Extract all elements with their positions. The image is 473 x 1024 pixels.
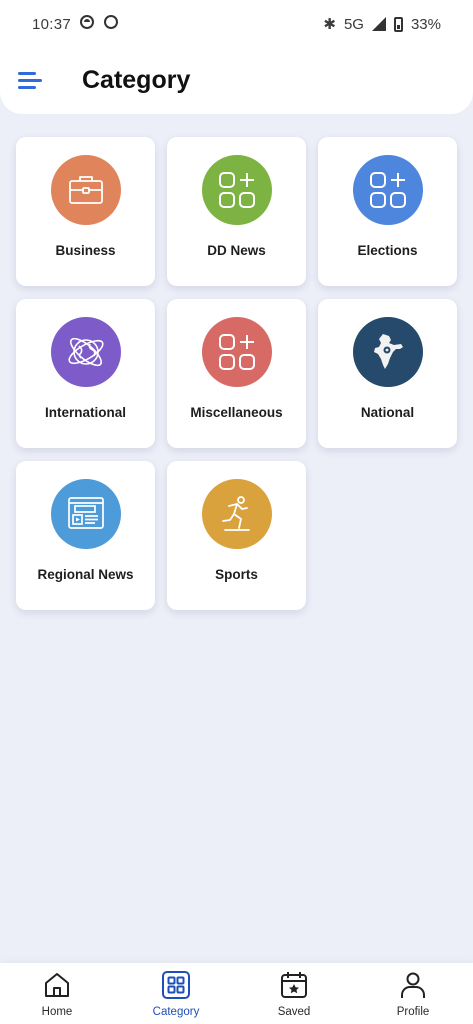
category-label: International bbox=[44, 405, 126, 420]
news-browser-icon bbox=[68, 497, 104, 529]
nav-item-profile[interactable]: Profile bbox=[368, 969, 458, 1018]
category-label: Elections bbox=[357, 243, 418, 258]
category-card-international[interactable]: International bbox=[16, 299, 155, 448]
hamburger-menu-icon[interactable] bbox=[18, 70, 44, 92]
globe-orbit-icon bbox=[68, 337, 104, 367]
category-card-sports[interactable]: Sports bbox=[167, 461, 306, 610]
status-right: ✱ 5G 33% bbox=[323, 15, 441, 34]
category-card-miscellaneous[interactable]: Miscellaneous bbox=[167, 299, 306, 448]
network-type: 5G bbox=[343, 15, 364, 33]
nav-label: Profile bbox=[396, 1006, 430, 1018]
grid-plus-icon bbox=[219, 334, 255, 370]
category-icon-circle bbox=[353, 155, 423, 225]
battery-icon bbox=[393, 16, 403, 32]
page-title: Category bbox=[82, 66, 191, 94]
nav-label: Home bbox=[41, 1006, 73, 1018]
battery-level: 33% bbox=[410, 15, 441, 33]
nav-label: Category bbox=[152, 1006, 200, 1018]
category-label: Miscellaneous bbox=[190, 405, 283, 420]
category-grid: Business DD News Elections International… bbox=[16, 137, 457, 617]
category-label: DD News bbox=[207, 243, 266, 258]
nav-item-home[interactable]: Home bbox=[12, 969, 102, 1018]
status-bar: 10:37 ✱ 5G 33% bbox=[0, 0, 473, 50]
category-icon-circle bbox=[202, 317, 272, 387]
calendar-star-icon bbox=[281, 972, 307, 998]
category-label: Regional News bbox=[37, 567, 134, 582]
category-card-business[interactable]: Business bbox=[16, 137, 155, 286]
grid-plus-icon bbox=[219, 172, 255, 208]
category-icon-circle bbox=[353, 317, 423, 387]
category-grid-icon bbox=[162, 971, 190, 999]
status-time: 10:37 bbox=[32, 16, 72, 33]
signal-icon bbox=[371, 17, 386, 31]
person-icon bbox=[401, 972, 425, 998]
app-bar: Category bbox=[0, 50, 473, 114]
category-label: Sports bbox=[215, 567, 258, 582]
category-icon-circle bbox=[51, 479, 121, 549]
notification-s-icon bbox=[104, 15, 118, 29]
category-label: Business bbox=[55, 243, 116, 258]
category-card-dd-news[interactable]: DD News bbox=[167, 137, 306, 286]
nav-item-category[interactable]: Category bbox=[131, 969, 221, 1018]
bottom-navigation: Home Category Saved Profile bbox=[0, 963, 473, 1024]
category-icon-circle bbox=[51, 317, 121, 387]
notification-app-icon bbox=[80, 15, 94, 29]
category-icon-circle bbox=[202, 155, 272, 225]
category-icon-circle bbox=[202, 479, 272, 549]
status-notification-icons bbox=[80, 15, 118, 29]
nav-label: Saved bbox=[277, 1006, 311, 1018]
bluetooth-icon: ✱ bbox=[323, 16, 336, 33]
briefcase-icon bbox=[69, 176, 103, 204]
india-map-icon bbox=[374, 334, 403, 369]
runner-icon bbox=[222, 496, 250, 531]
category-card-elections[interactable]: Elections bbox=[318, 137, 457, 286]
grid-plus-icon bbox=[370, 172, 406, 208]
category-icon-circle bbox=[51, 155, 121, 225]
category-card-regional-news[interactable]: Regional News bbox=[16, 461, 155, 610]
nav-item-saved[interactable]: Saved bbox=[249, 969, 339, 1018]
category-card-national[interactable]: National bbox=[318, 299, 457, 448]
home-icon bbox=[45, 973, 69, 997]
category-label: National bbox=[360, 405, 415, 420]
